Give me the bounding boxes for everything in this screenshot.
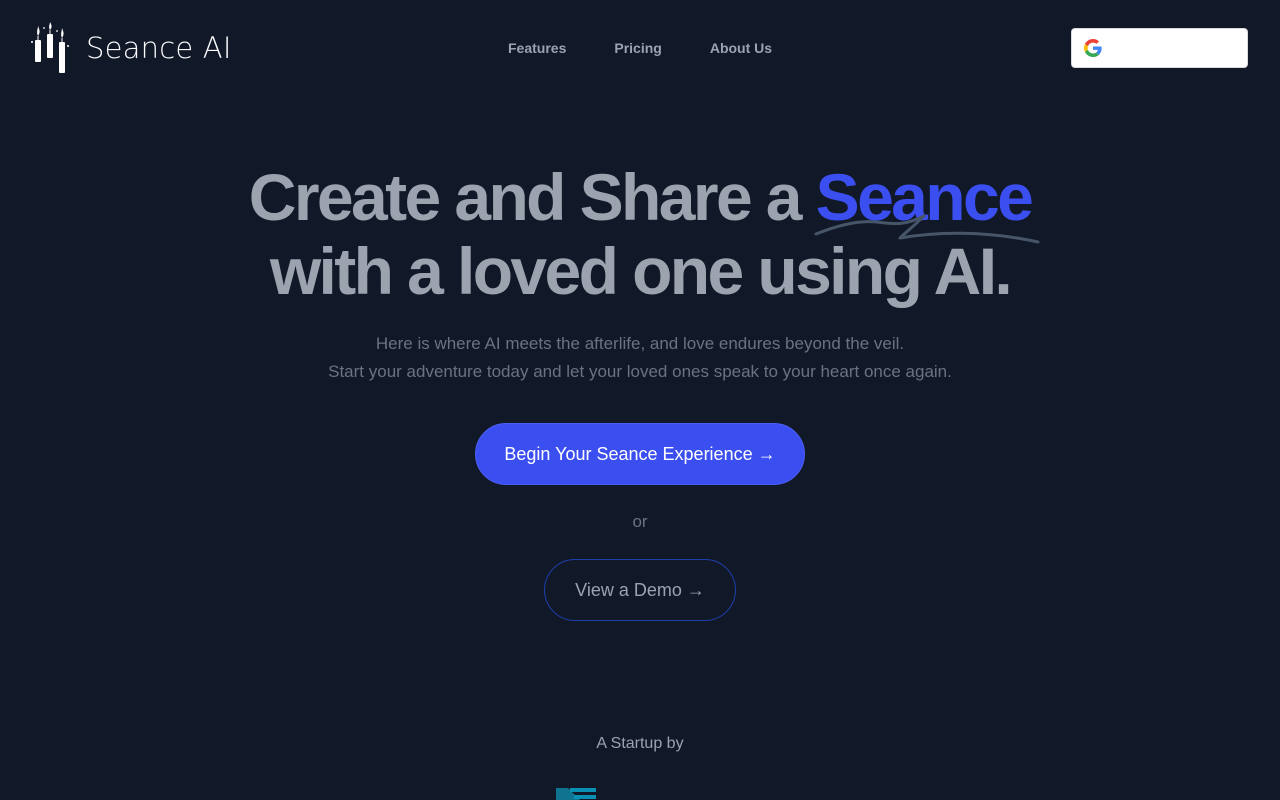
nav-item-features[interactable]: Features xyxy=(484,38,590,58)
headline-part-1: Create and Share a xyxy=(248,160,816,234)
google-logo-icon xyxy=(1084,39,1102,57)
startup-company-logo[interactable] xyxy=(556,786,598,800)
or-separator: or xyxy=(632,512,648,531)
hero-subtitle: Here is where AI meets the afterlife, an… xyxy=(240,330,1040,386)
site-header: Seance AI Features Pricing About Us xyxy=(0,0,1280,96)
nav-item-about-us[interactable]: About Us xyxy=(686,38,796,58)
main-nav: Features Pricing About Us xyxy=(484,38,796,58)
brand-logo[interactable]: Seance AI xyxy=(30,22,232,74)
company-logo-icon xyxy=(556,788,596,800)
candles-logo-icon xyxy=(31,22,69,73)
headline-line-2: with a loved one using AI. xyxy=(269,234,1013,308)
hero-subtitle-line-2: Start your adventure today and let your … xyxy=(328,362,952,381)
headline-line-1: Create and Share a Seance xyxy=(140,160,1140,244)
begin-seance-button[interactable]: Begin Your Seance Experience → xyxy=(475,423,805,485)
headline-highlight: Seance xyxy=(815,160,1034,234)
view-demo-button[interactable]: View a Demo → xyxy=(544,559,736,621)
hero-headline: Create and Share a Seance with a loved o… xyxy=(140,160,1140,308)
landing-page: Seance AI Features Pricing About Us Crea… xyxy=(0,0,1280,800)
nav-item-pricing[interactable]: Pricing xyxy=(590,38,685,58)
hero-subtitle-line-1: Here is where AI meets the afterlife, an… xyxy=(375,334,905,353)
headline-highlight-wrap: Seance xyxy=(814,160,1040,244)
startup-by-label: A Startup by xyxy=(596,735,684,752)
google-sign-in-button[interactable] xyxy=(1071,28,1248,68)
brand-name: Seance AI xyxy=(86,31,232,65)
